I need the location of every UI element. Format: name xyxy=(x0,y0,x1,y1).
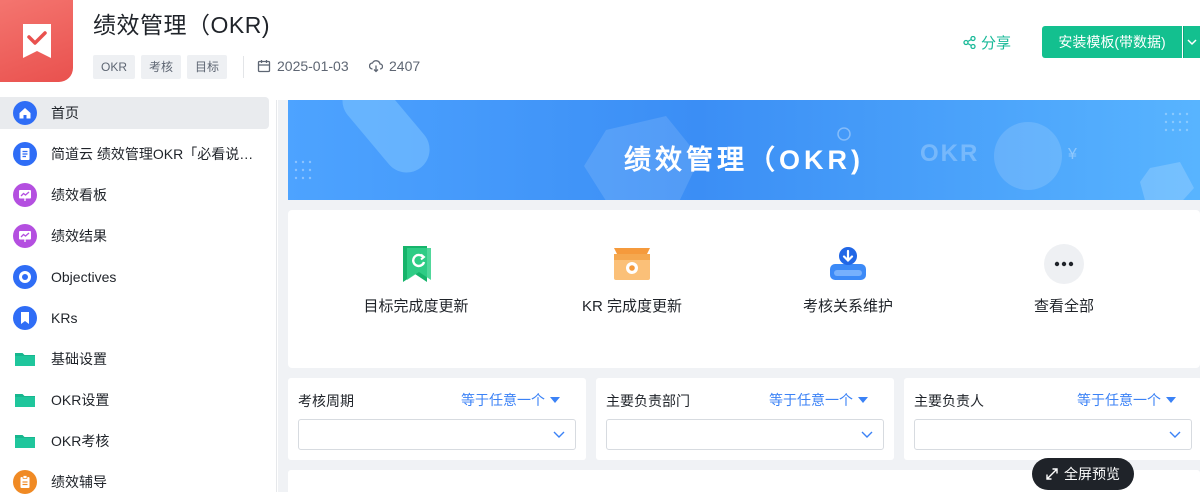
expand-icon xyxy=(1046,468,1058,480)
banner: OKR ¥ 绩效管理（OKR) xyxy=(288,100,1200,200)
fullscreen-preview-button[interactable]: 全屏预览 xyxy=(1032,458,1134,490)
quick-action-view-all[interactable]: 查看全部 xyxy=(950,210,1178,368)
document-icon xyxy=(12,141,38,167)
sidebar: 首页 简道云 绩效管理OKR「必看说明」 绩效看板 绩效结果 Objective… xyxy=(0,97,277,494)
quick-action-label: 目标完成度更新 xyxy=(363,298,469,315)
dashboard-icon xyxy=(12,223,38,249)
install-template-button[interactable]: 安装模板(带数据) xyxy=(1042,26,1182,58)
sidebar-item-okr-review[interactable]: OKR考核 xyxy=(0,425,269,457)
filter-label: 主要负责人 xyxy=(914,393,984,409)
caret-down-icon xyxy=(1166,397,1176,403)
filter-operator[interactable]: 等于任意一个 xyxy=(769,390,868,410)
tag-list: OKR 考核 目标 xyxy=(93,55,228,79)
share-label: 分享 xyxy=(981,35,1012,52)
chevron-down-icon xyxy=(861,431,873,438)
sidebar-item-okr-settings[interactable]: OKR设置 xyxy=(0,384,269,416)
filter-select[interactable] xyxy=(298,419,576,450)
clipboard-icon xyxy=(12,469,38,495)
share-button[interactable]: 分享 xyxy=(963,32,1011,53)
filter-operator[interactable]: 等于任意一个 xyxy=(461,390,560,410)
folder-icon xyxy=(12,387,38,413)
filter-review-period: 考核周期 等于任意一个 xyxy=(288,378,586,460)
meta-divider xyxy=(243,56,244,78)
chevron-down-icon xyxy=(1187,39,1197,46)
quick-action-goal-progress[interactable]: 目标完成度更新 xyxy=(302,210,530,368)
quick-actions-card: 目标完成度更新 KR 完成度更新 考核关系维护 查看全部 xyxy=(288,210,1200,368)
caret-down-icon xyxy=(550,397,560,403)
cloud-download-icon xyxy=(369,60,383,73)
install-options-button[interactable] xyxy=(1183,26,1200,58)
header: 绩效管理（OKR) OKR 考核 目标 2025-01-03 2407 分享 安… xyxy=(0,0,1200,100)
sidebar-item-krs[interactable]: KRs xyxy=(0,302,269,334)
filter-owner: 主要负责人 等于任意一个 xyxy=(904,378,1200,460)
banner-title: 绩效管理（OKR) xyxy=(624,145,864,175)
more-icon xyxy=(1042,242,1086,286)
folder-icon xyxy=(12,428,38,454)
sidebar-item-coaching[interactable]: 绩效辅导 xyxy=(0,466,269,498)
quick-action-label: 查看全部 xyxy=(1033,298,1094,315)
bookmark-icon xyxy=(12,305,38,331)
download-count-text: 2407 xyxy=(389,58,421,74)
quick-action-label: KR 完成度更新 xyxy=(581,298,682,315)
caret-down-icon xyxy=(858,397,868,403)
tag: 考核 xyxy=(141,55,182,79)
flag-refresh-icon xyxy=(394,242,438,286)
quick-action-kr-progress[interactable]: KR 完成度更新 xyxy=(518,210,746,368)
sidebar-item-objectives[interactable]: Objectives xyxy=(0,261,269,293)
sidebar-item-guide[interactable]: 简道云 绩效管理OKR「必看说明」 xyxy=(0,138,269,170)
inbox-icon xyxy=(610,242,654,286)
share-icon xyxy=(963,36,976,49)
dashboard-icon xyxy=(12,182,38,208)
folder-icon xyxy=(12,346,38,372)
fullscreen-label: 全屏预览 xyxy=(1064,466,1120,482)
filter-label: 考核周期 xyxy=(298,393,354,409)
sidebar-item-results[interactable]: 绩效结果 xyxy=(0,220,269,252)
main-content: OKR ¥ 绩效管理（OKR) 目标完成度更新 KR 完成度更新 考核关系维护 xyxy=(278,100,1200,492)
filter-select[interactable] xyxy=(914,419,1192,450)
calendar-icon xyxy=(257,60,271,73)
filter-department: 主要负责部门 等于任意一个 xyxy=(596,378,894,460)
tag: 目标 xyxy=(187,55,228,79)
filter-label: 主要负责部门 xyxy=(606,393,690,409)
sidebar-item-home[interactable]: 首页 xyxy=(0,97,269,129)
quick-action-label: 考核关系维护 xyxy=(802,298,893,315)
app-logo xyxy=(0,0,73,82)
quick-action-review-relations[interactable]: 考核关系维护 xyxy=(734,210,962,368)
chevron-down-icon xyxy=(553,431,565,438)
sidebar-item-basic-settings[interactable]: 基础设置 xyxy=(0,343,269,375)
bookmark-check-icon xyxy=(22,24,51,58)
tag: OKR xyxy=(93,55,136,79)
app-title: 绩效管理（OKR) xyxy=(93,12,270,38)
home-icon xyxy=(12,100,38,126)
publish-date: 2025-01-03 xyxy=(257,58,349,74)
target-icon xyxy=(12,264,38,290)
chevron-down-icon xyxy=(1169,431,1181,438)
sidebar-item-dashboard[interactable]: 绩效看板 xyxy=(0,179,269,211)
filter-operator[interactable]: 等于任意一个 xyxy=(1077,390,1176,410)
publish-date-text: 2025-01-03 xyxy=(277,58,349,74)
filter-select[interactable] xyxy=(606,419,884,450)
user-download-icon xyxy=(826,242,870,286)
download-count: 2407 xyxy=(369,58,420,74)
